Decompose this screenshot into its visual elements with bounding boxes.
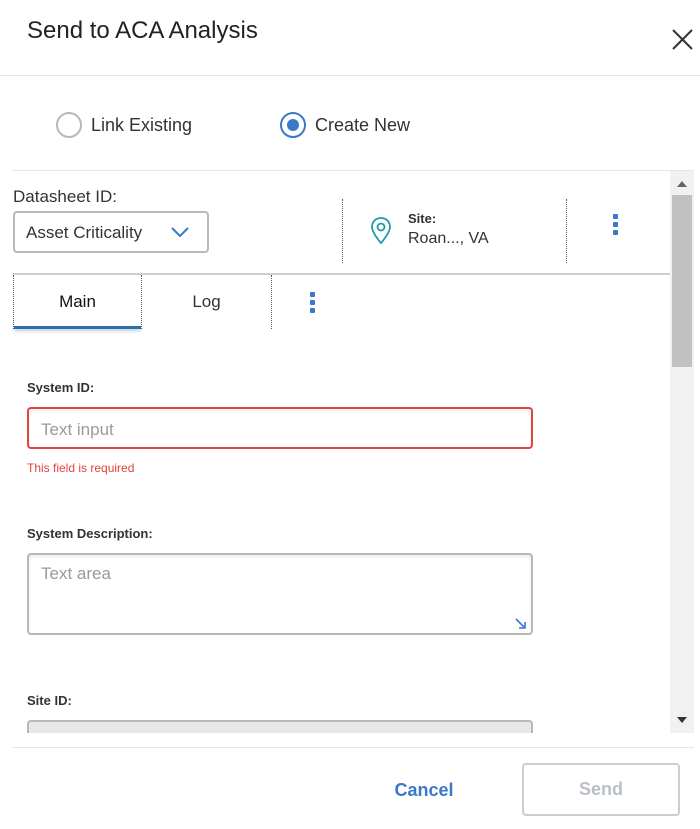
scroll-down-icon[interactable] xyxy=(677,717,687,723)
system-id-input[interactable]: Text input xyxy=(27,407,533,449)
radio-label: Link Existing xyxy=(91,114,193,135)
site-label: Site: xyxy=(408,211,437,226)
datasheet-select[interactable]: Asset Criticality xyxy=(13,211,209,253)
location-pin-icon xyxy=(371,217,391,245)
header-more-icon[interactable] xyxy=(613,214,619,236)
radio-create-new[interactable]: Create New xyxy=(280,112,410,138)
close-icon[interactable] xyxy=(668,24,698,54)
vertical-scrollbar[interactable] xyxy=(670,171,694,733)
tab-label: Main xyxy=(59,292,96,311)
tab-label: Log xyxy=(192,292,221,311)
send-button[interactable]: Send xyxy=(522,763,680,816)
tabs-more-icon[interactable] xyxy=(310,292,316,314)
system-description-label: System Description: xyxy=(27,526,153,541)
scroll-up-icon[interactable] xyxy=(677,181,687,187)
datasheet-select-value: Asset Criticality xyxy=(26,223,143,242)
send-to-aca-dialog: Send to ACA Analysis Link Existing Creat… xyxy=(0,0,700,829)
site-id-input[interactable] xyxy=(27,720,533,733)
divider xyxy=(271,275,272,329)
chevron-down-icon xyxy=(171,227,189,238)
form-scroll-area: Datasheet ID: Asset Criticality Site: Ro… xyxy=(0,171,670,733)
system-description-textarea[interactable]: Text area xyxy=(27,553,533,635)
radio-link-existing[interactable]: Link Existing xyxy=(56,112,192,138)
tab-log[interactable]: Log xyxy=(142,275,271,329)
radio-label: Create New xyxy=(315,114,411,135)
radio-circle[interactable] xyxy=(56,112,82,138)
dialog-header: Send to ACA Analysis xyxy=(0,0,700,76)
divider xyxy=(566,199,567,263)
cancel-button[interactable]: Cancel xyxy=(372,768,476,812)
datasheet-label: Datasheet ID: xyxy=(13,187,117,206)
divider xyxy=(342,199,343,263)
system-id-error: This field is required xyxy=(27,461,135,475)
site-id-label: Site ID: xyxy=(27,693,72,708)
radio-circle-selected[interactable] xyxy=(280,112,306,138)
site-value: Roan..., VA xyxy=(408,230,489,247)
scrollbar-thumb[interactable] xyxy=(672,195,692,367)
resize-handle-icon[interactable] xyxy=(515,618,527,630)
divider xyxy=(12,747,694,748)
tab-main[interactable]: Main xyxy=(14,275,141,329)
dialog-title: Send to ACA Analysis xyxy=(27,17,258,44)
textarea-placeholder: Text area xyxy=(41,564,111,583)
mode-radio-group: Link Existing Create New xyxy=(0,100,700,156)
system-id-label: System ID: xyxy=(27,380,95,395)
